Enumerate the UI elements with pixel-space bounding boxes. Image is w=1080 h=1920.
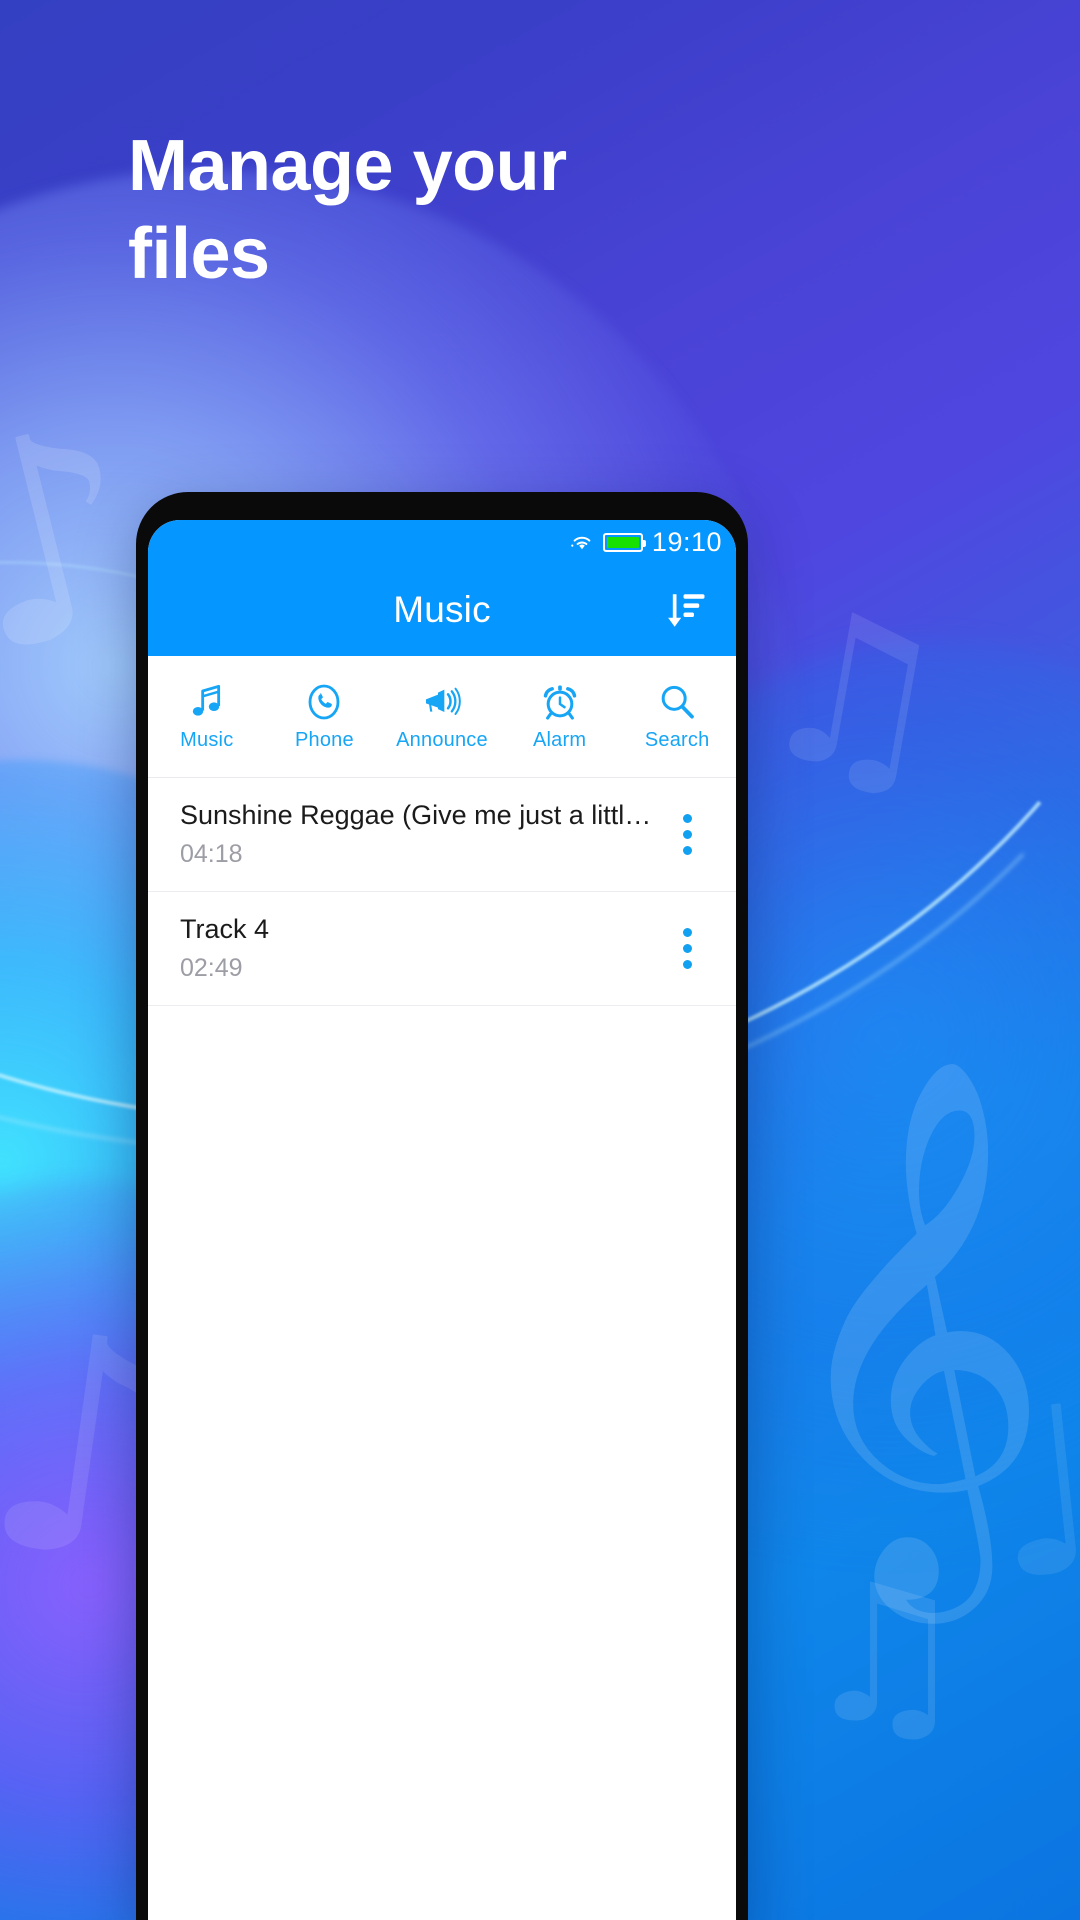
- app-toolbar: Music: [148, 564, 736, 656]
- phone-circle-icon: [308, 684, 340, 719]
- watermark-music-note-icon: ♫: [740, 557, 969, 832]
- tab-music[interactable]: Music: [148, 682, 266, 752]
- row-text: Track 4 02:49: [180, 914, 664, 983]
- sort-descending-icon: [668, 594, 705, 627]
- battery-icon: [602, 532, 646, 552]
- track-title: Sunshine Reggae (Give me just a little s…: [180, 799, 664, 830]
- tab-label: Alarm: [532, 728, 587, 751]
- kebab-menu-icon[interactable]: [664, 919, 710, 979]
- track-list: Sunshine Reggae (Give me just a little s…: [148, 778, 736, 1920]
- promo-screenshot: ♪ ♫ 𝄞 ♩ ♫ ♪ Manage your files 19:10 Musi…: [0, 0, 1080, 1920]
- alarm-clock-icon: [543, 685, 576, 720]
- tab-label: Phone: [294, 728, 354, 751]
- tab-label: Search: [644, 728, 710, 751]
- music-note-icon: [192, 684, 220, 716]
- status-bar-clock: 19:10: [651, 526, 722, 557]
- track-duration: 02:49: [180, 954, 243, 983]
- tab-announce[interactable]: Announce: [383, 682, 501, 752]
- megaphone-icon: [425, 687, 461, 715]
- category-tab-bar: Music Phone Announce Alarm Search: [148, 656, 736, 778]
- sort-button[interactable]: [658, 581, 716, 639]
- tab-search[interactable]: Search: [618, 682, 736, 752]
- track-title: Track 4: [180, 913, 270, 944]
- row-text: Sunshine Reggae (Give me just a little s…: [180, 800, 664, 869]
- watermark-music-note-icon: ♫: [799, 1544, 970, 1765]
- phone-mockup: 19:10 Music Music Phone Announce Alarm S…: [136, 492, 748, 1920]
- page-title: Music: [393, 589, 491, 630]
- kebab-menu-icon[interactable]: [664, 805, 710, 865]
- phone-screen: 19:10 Music Music Phone Announce Alarm S…: [148, 520, 736, 1920]
- table-row[interactable]: Track 4 02:49: [148, 892, 736, 1006]
- tab-label: Music: [180, 728, 234, 751]
- status-bar: 19:10: [148, 520, 736, 564]
- search-icon: [661, 685, 695, 718]
- tab-phone[interactable]: Phone: [266, 682, 384, 752]
- wifi-icon: [571, 536, 591, 550]
- tab-alarm[interactable]: Alarm: [501, 682, 619, 752]
- tab-label: Announce: [396, 728, 488, 751]
- track-duration: 04:18: [180, 840, 243, 869]
- table-row[interactable]: Sunshine Reggae (Give me just a little s…: [148, 778, 736, 892]
- battery-level-fill: [606, 536, 639, 548]
- promo-headline: Manage your files: [128, 126, 567, 294]
